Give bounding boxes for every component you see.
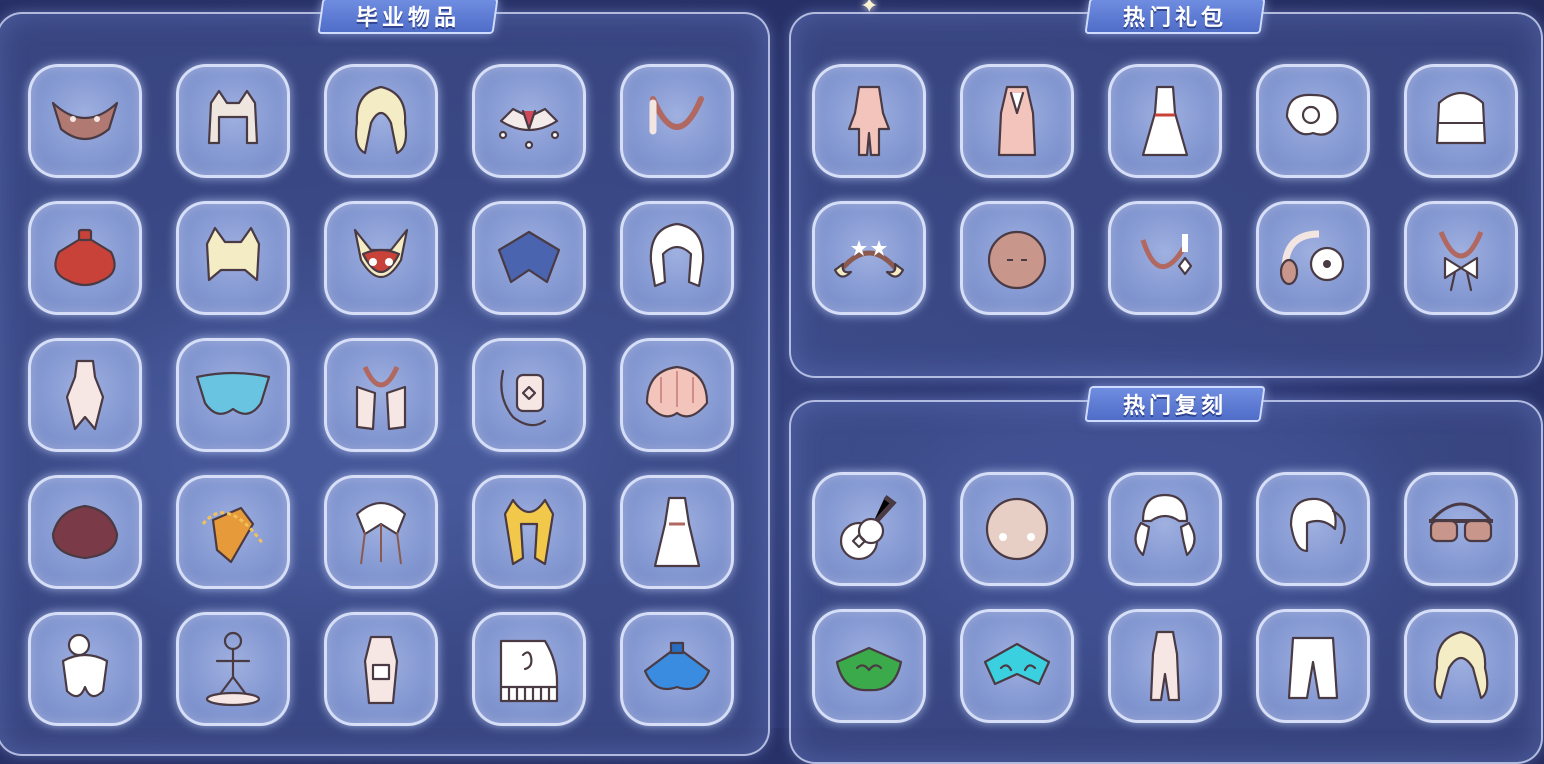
hot-packs-item-tile[interactable] bbox=[1108, 64, 1222, 178]
blue-cape-2-icon bbox=[631, 621, 723, 717]
hot-reruns-item-tile[interactable] bbox=[1256, 472, 1370, 586]
shell-hair-icon bbox=[631, 347, 723, 443]
graduation-item-tile[interactable] bbox=[28, 201, 142, 315]
pants-icon bbox=[1267, 618, 1359, 714]
owl-mask-icon bbox=[335, 210, 427, 306]
pendant-icon bbox=[1119, 210, 1211, 306]
graduation-item-tile[interactable] bbox=[176, 64, 290, 178]
hot-reruns-item-tile[interactable] bbox=[1404, 472, 1518, 586]
pink-outfit-icon bbox=[823, 73, 915, 169]
dress-icon bbox=[631, 484, 723, 580]
ponytail-hair-icon bbox=[1267, 481, 1359, 577]
graduation-item-tile[interactable] bbox=[176, 201, 290, 315]
hot-reruns-item-tile[interactable] bbox=[812, 472, 926, 586]
graduation-item-tile[interactable] bbox=[324, 338, 438, 452]
graduation-item-tile[interactable] bbox=[472, 201, 586, 315]
fox-ear-hair-icon bbox=[187, 210, 279, 306]
graduation-item-tile[interactable] bbox=[176, 338, 290, 452]
curly-hair-icon bbox=[1415, 618, 1507, 714]
hot-packs-title: 热门礼包 bbox=[1084, 0, 1266, 34]
piano-icon bbox=[483, 621, 575, 717]
hot-packs-item-tile[interactable] bbox=[1404, 201, 1518, 315]
graduation-items-title: 毕业物品 bbox=[317, 0, 499, 34]
maroon-cape-icon bbox=[39, 484, 131, 580]
moon-headband-icon bbox=[823, 210, 915, 306]
graduation-item-tile[interactable] bbox=[176, 475, 290, 589]
hot-reruns-item-tile[interactable] bbox=[960, 472, 1074, 586]
graduation-item-tile[interactable] bbox=[620, 201, 734, 315]
armor-outfit-icon bbox=[335, 621, 427, 717]
hot-packs-item-tile[interactable] bbox=[960, 201, 1074, 315]
necklace-icon bbox=[631, 73, 723, 169]
tablet-prop-icon bbox=[483, 347, 575, 443]
hot-reruns-item-tile[interactable] bbox=[960, 609, 1074, 723]
hot-reruns-item-tile[interactable] bbox=[812, 609, 926, 723]
hot-reruns-item-tile[interactable] bbox=[1108, 609, 1222, 723]
graduation-items-title-text: 毕业物品 bbox=[355, 6, 461, 31]
hot-reruns-title: 热门复刻 bbox=[1084, 386, 1266, 422]
hot-packs-item-tile[interactable] bbox=[1108, 201, 1222, 315]
hot-reruns-item-tile[interactable] bbox=[1108, 472, 1222, 586]
guitar-icon bbox=[823, 481, 915, 577]
hot-packs-title-text: 热门礼包 bbox=[1122, 6, 1228, 31]
graduation-item-tile[interactable] bbox=[472, 475, 586, 589]
graduation-item-tile[interactable] bbox=[324, 612, 438, 726]
white-hood-icon bbox=[631, 210, 723, 306]
tall-outfit-icon bbox=[1119, 618, 1211, 714]
graduation-item-tile[interactable] bbox=[620, 64, 734, 178]
white-outfit-icon bbox=[39, 347, 131, 443]
twin-tail-hair-icon bbox=[1119, 481, 1211, 577]
graduation-item-tile[interactable] bbox=[28, 338, 142, 452]
hot-reruns-item-tile[interactable] bbox=[1404, 609, 1518, 723]
graduation-item-tile[interactable] bbox=[620, 475, 734, 589]
red-cape-icon bbox=[39, 210, 131, 306]
graduation-item-tile[interactable] bbox=[620, 338, 734, 452]
hot-packs-grid bbox=[812, 64, 1518, 315]
cyan-cape-icon bbox=[187, 347, 279, 443]
cat-ear-hair-icon bbox=[187, 73, 279, 169]
gold-scarf-icon bbox=[483, 484, 575, 580]
headphones-icon bbox=[1267, 210, 1359, 306]
hot-packs-item-tile[interactable] bbox=[812, 201, 926, 315]
hot-reruns-grid bbox=[812, 472, 1518, 723]
graduation-item-tile[interactable] bbox=[324, 201, 438, 315]
white-dress-icon bbox=[1119, 73, 1211, 169]
graduation-item-tile[interactable] bbox=[620, 612, 734, 726]
cream-hair-icon bbox=[1415, 73, 1507, 169]
graduation-item-tile[interactable] bbox=[176, 612, 290, 726]
graduation-items-grid bbox=[28, 64, 734, 726]
hot-packs-item-tile[interactable] bbox=[1256, 201, 1370, 315]
graduation-item-tile[interactable] bbox=[324, 475, 438, 589]
hot-reruns-item-tile[interactable] bbox=[1256, 609, 1370, 723]
robe-outfit-icon bbox=[971, 73, 1063, 169]
bow-necklace-icon bbox=[1415, 210, 1507, 306]
blush-mask-icon bbox=[971, 481, 1063, 577]
star-collar-icon bbox=[483, 73, 575, 169]
hot-reruns-title-text: 热门复刻 bbox=[1122, 394, 1228, 419]
hot-packs-item-tile[interactable] bbox=[812, 64, 926, 178]
gold-ribbon-cape-icon bbox=[187, 484, 279, 580]
blue-cape-icon bbox=[483, 210, 575, 306]
sunglasses-icon bbox=[1415, 481, 1507, 577]
graduation-item-tile[interactable] bbox=[28, 612, 142, 726]
graduation-item-tile[interactable] bbox=[472, 64, 586, 178]
graduation-item-tile[interactable] bbox=[472, 612, 586, 726]
graduation-item-tile[interactable] bbox=[28, 64, 142, 178]
graduation-item-tile[interactable] bbox=[324, 64, 438, 178]
hot-packs-item-tile[interactable] bbox=[1256, 64, 1370, 178]
green-cape-icon bbox=[823, 618, 915, 714]
long-blonde-hair-icon bbox=[335, 73, 427, 169]
wing-shoulder-icon bbox=[39, 73, 131, 169]
bun-hair-icon bbox=[39, 621, 131, 717]
hot-packs-item-tile[interactable] bbox=[1404, 64, 1518, 178]
graduation-item-tile[interactable] bbox=[472, 338, 586, 452]
hot-packs-item-tile[interactable] bbox=[960, 64, 1074, 178]
mask-icon bbox=[971, 210, 1063, 306]
scarf-outfit-icon bbox=[335, 347, 427, 443]
feather-hair-icon bbox=[335, 484, 427, 580]
figure-statue-icon bbox=[187, 621, 279, 717]
graduation-item-tile[interactable] bbox=[28, 475, 142, 589]
bun-hair-2-icon bbox=[1267, 73, 1359, 169]
teal-cape-icon bbox=[971, 618, 1063, 714]
